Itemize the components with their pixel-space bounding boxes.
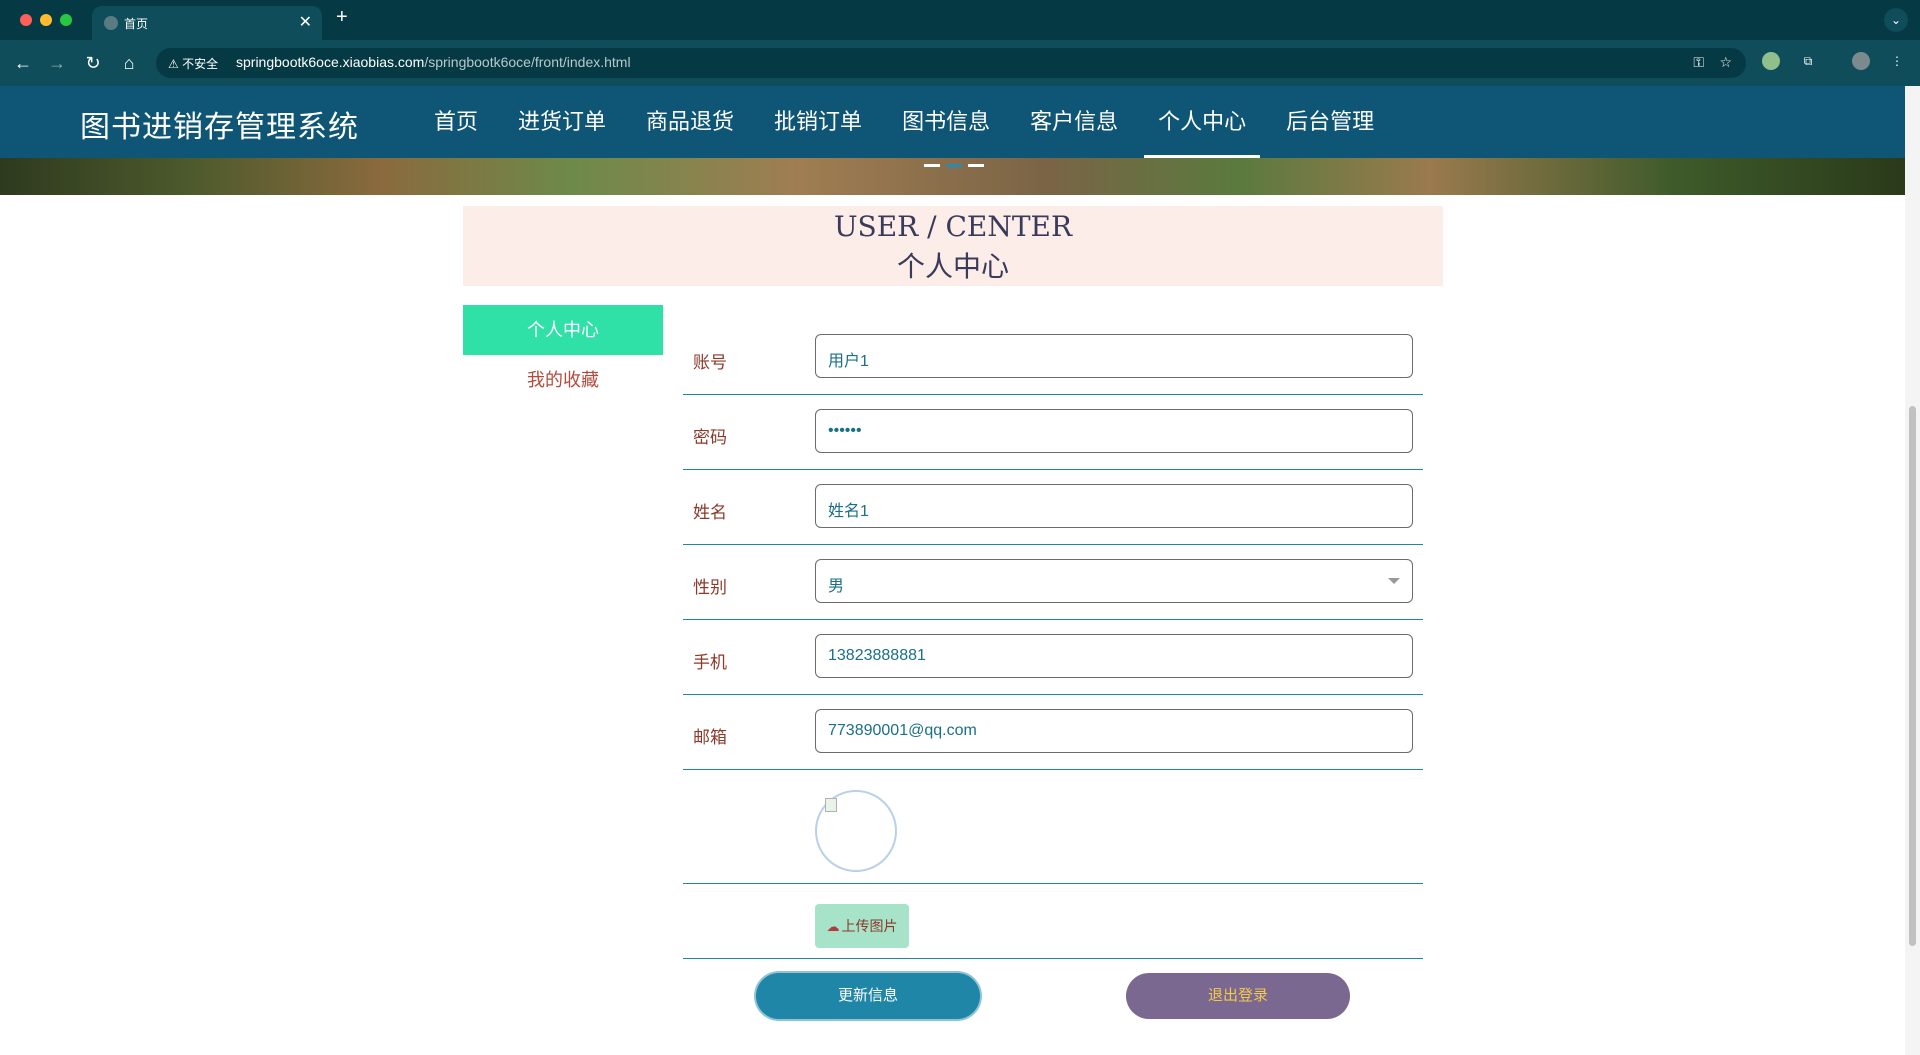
name-field[interactable]: 姓名1	[815, 484, 1413, 528]
maximize-window-button[interactable]	[60, 14, 72, 26]
form-row-upload: ☁ 上传图片	[683, 884, 1423, 959]
form-row-password: 密码 ••••••	[683, 395, 1423, 470]
globe-icon	[104, 16, 118, 30]
star-icon[interactable]: ☆	[1719, 54, 1732, 71]
scrollbar-thumb[interactable]	[1909, 406, 1916, 946]
nav-home[interactable]: 首页	[420, 86, 492, 158]
key-icon[interactable]: ⚿	[1693, 54, 1704, 71]
nav-personal-center[interactable]: 个人中心	[1144, 86, 1261, 158]
nav-customer-info[interactable]: 客户信息	[1016, 86, 1132, 158]
site-title: 图书进销存管理系统	[80, 111, 359, 144]
puzzle-icon[interactable]: ⧉	[1799, 52, 1817, 70]
section-title-en: USER / CENTER	[833, 210, 1073, 243]
carousel-dot[interactable]	[968, 164, 984, 167]
more-menu-icon[interactable]: ⋮	[1888, 52, 1906, 70]
profile-avatar-icon[interactable]	[1852, 52, 1870, 70]
back-icon[interactable]: ←	[10, 50, 36, 76]
form-row-gender: 性别 男	[683, 545, 1423, 620]
reload-icon[interactable]: ↻	[80, 50, 106, 76]
section-title: USER / CENTER 个人中心	[463, 206, 1443, 286]
form-row-email: 邮箱 773890001@qq.com	[683, 695, 1423, 770]
form-row-avatar	[683, 770, 1423, 884]
account-field[interactable]: 用户1	[815, 334, 1413, 378]
nav-returns[interactable]: 商品退货	[632, 86, 748, 158]
url-field[interactable]: ⚠ 不安全 springbootk6oce.xiaobias.com/sprin…	[156, 48, 1746, 78]
carousel-indicators	[924, 164, 984, 167]
password-label: 密码	[693, 428, 727, 447]
name-label: 姓名	[693, 503, 727, 522]
form-row-account: 账号 用户1	[683, 320, 1423, 395]
nav-wholesale-orders[interactable]: 批销订单	[760, 86, 876, 158]
browser-tab[interactable]: 首页 ✕	[92, 6, 322, 40]
address-bar: ← → ↻ ⌂ ⚠ 不安全 springbootk6oce.xiaobias.c…	[0, 40, 1920, 86]
browser-tab-bar: 首页 ✕ + ⌄	[0, 0, 1920, 40]
update-info-button[interactable]: 更新信息	[756, 973, 980, 1019]
user-sidebar: 个人中心 我的收藏	[463, 305, 663, 405]
site-header: 图书进销存管理系统 首页 进货订单 商品退货 批销订单 图书信息 客户信息 个人…	[0, 86, 1905, 158]
form-row-phone: 手机 13823888881	[683, 620, 1423, 695]
tab-search-button[interactable]: ⌄	[1884, 8, 1908, 32]
chevron-down-icon	[1388, 578, 1400, 584]
password-field[interactable]: ••••••	[815, 409, 1413, 453]
tab-title: 首页	[124, 17, 149, 31]
nav-book-info[interactable]: 图书信息	[888, 86, 1004, 158]
email-field[interactable]: 773890001@qq.com	[815, 709, 1413, 753]
logout-button[interactable]: 退出登录	[1126, 973, 1350, 1019]
forward-icon[interactable]: →	[44, 50, 70, 76]
url-text[interactable]: springbootk6oce.xiaobias.com/springbootk…	[236, 54, 631, 70]
account-label: 账号	[693, 353, 727, 372]
broken-image-icon	[825, 798, 837, 812]
main-nav: 首页 进货订单 商品退货 批销订单 图书信息 客户信息 个人中心 后台管理	[420, 86, 1400, 158]
gender-label: 性别	[693, 578, 727, 597]
new-tab-button[interactable]: +	[336, 6, 348, 29]
phone-field[interactable]: 13823888881	[815, 634, 1413, 678]
upload-label: 上传图片	[841, 918, 898, 934]
carousel-dot[interactable]	[924, 164, 940, 167]
section-title-cn: 个人中心	[896, 250, 1009, 283]
gender-value: 男	[828, 578, 845, 595]
carousel-dot-active[interactable]	[946, 164, 962, 167]
extension-icon[interactable]	[1762, 52, 1780, 70]
minimize-window-button[interactable]	[40, 14, 52, 26]
gender-select[interactable]: 男	[815, 559, 1413, 603]
sidebar-item-favorites[interactable]: 我的收藏	[463, 355, 663, 405]
nav-purchase-orders[interactable]: 进货订单	[504, 86, 620, 158]
email-label: 邮箱	[693, 728, 727, 747]
nav-admin[interactable]: 后台管理	[1272, 86, 1388, 158]
form-row-name: 姓名 姓名1	[683, 470, 1423, 545]
phone-label: 手机	[693, 653, 727, 672]
page-scrollbar[interactable]	[1905, 86, 1920, 1055]
sidebar-item-personal-center[interactable]: 个人中心	[463, 305, 663, 355]
close-window-button[interactable]	[20, 14, 32, 26]
banner-image	[0, 158, 1905, 195]
tab-close-button[interactable]: ✕	[299, 12, 312, 32]
home-icon[interactable]: ⌂	[116, 50, 142, 76]
avatar	[815, 790, 897, 872]
cloud-upload-icon: ☁	[826, 919, 840, 934]
upload-image-button[interactable]: ☁ 上传图片	[815, 904, 909, 948]
insecure-badge[interactable]: ⚠ 不安全	[168, 55, 218, 72]
profile-form: 账号 用户1 密码 •••••• 姓名 姓名1 性别 男 手机 13823888…	[683, 320, 1423, 959]
